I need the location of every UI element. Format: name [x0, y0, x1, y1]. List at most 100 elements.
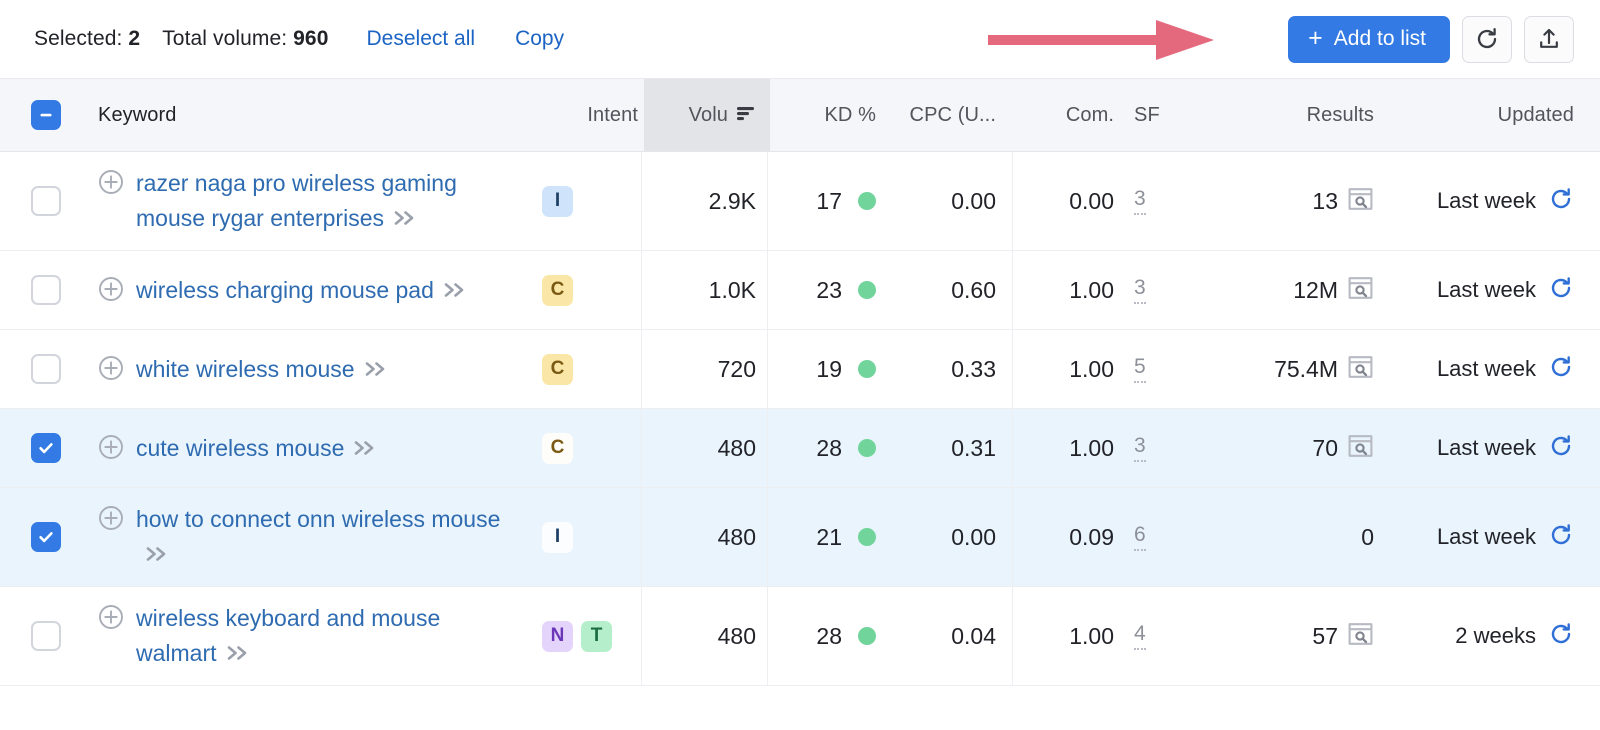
update-refresh-icon[interactable] [1548, 275, 1574, 306]
kd-difficulty-dot [858, 360, 876, 378]
add-keyword-icon[interactable] [98, 169, 124, 200]
keyword-link[interactable]: white wireless mouse [136, 352, 390, 387]
row-select-cell [0, 251, 92, 329]
update-refresh-icon[interactable] [1548, 522, 1574, 553]
serp-features-cell: 3 [1114, 152, 1190, 250]
intent-badge-c[interactable]: C [542, 433, 573, 464]
keyword-link[interactable]: wireless charging mouse pad [136, 273, 469, 308]
update-refresh-icon[interactable] [1548, 621, 1574, 652]
add-keyword-icon[interactable] [98, 276, 124, 307]
serp-features-value[interactable]: 3 [1134, 187, 1146, 215]
table-row[interactable]: wireless keyboard and mouse walmart NT 4… [0, 587, 1600, 686]
intent-badge-n[interactable]: N [542, 621, 573, 652]
results-cell: 75.4M [1190, 330, 1390, 408]
add-keyword-icon[interactable] [98, 434, 124, 465]
serp-features-cell: 3 [1114, 251, 1190, 329]
plus-icon: + [1308, 26, 1323, 51]
intent-badge-i[interactable]: I [542, 186, 573, 217]
expand-chevron-icon[interactable] [353, 431, 379, 466]
add-keyword-icon[interactable] [98, 355, 124, 386]
volume-value: 480 [718, 623, 756, 650]
table-row[interactable]: razer naga pro wireless gaming mouse ryg… [0, 152, 1600, 251]
copy-link[interactable]: Copy [515, 27, 564, 51]
keyword-link[interactable]: razer naga pro wireless gaming mouse ryg… [136, 166, 522, 236]
competition-cell: 1.00 [1014, 409, 1114, 487]
competition-cell: 1.00 [1014, 330, 1114, 408]
row-checkbox[interactable] [31, 621, 61, 651]
header-volume[interactable]: Volu [644, 79, 770, 151]
update-refresh-icon[interactable] [1548, 354, 1574, 385]
serp-features-cell: 3 [1114, 409, 1190, 487]
keyword-cell: how to connect onn wireless mouse [92, 488, 532, 586]
serp-preview-icon[interactable] [1347, 186, 1374, 217]
table-row[interactable]: how to connect onn wireless mouse I 480 … [0, 488, 1600, 587]
row-select-cell [0, 409, 92, 487]
kd-value: 17 [816, 188, 842, 215]
keyword-table: Keyword Intent Volu KD % CPC (U.. [0, 79, 1600, 686]
cpc-cell: 0.33 [888, 330, 1014, 408]
header-intent[interactable]: Intent [532, 79, 644, 151]
refresh-icon [1474, 26, 1500, 52]
serp-features-value[interactable]: 3 [1134, 434, 1146, 462]
row-checkbox[interactable] [31, 522, 61, 552]
update-refresh-icon[interactable] [1548, 186, 1574, 217]
serp-features-cell: 6 [1114, 488, 1190, 586]
add-keyword-icon[interactable] [98, 604, 124, 635]
competition-cell: 1.00 [1014, 587, 1114, 685]
row-checkbox[interactable] [31, 433, 61, 463]
competition-value: 1.00 [1069, 356, 1114, 383]
header-kd[interactable]: KD % [770, 79, 888, 151]
competition-value: 1.00 [1069, 277, 1114, 304]
select-all-checkbox[interactable] [31, 100, 61, 130]
intent-badge-t[interactable]: T [581, 621, 612, 652]
expand-chevron-icon[interactable] [364, 352, 390, 387]
serp-preview-icon[interactable] [1347, 275, 1374, 306]
header-cpc[interactable]: CPC (U... [888, 79, 1014, 151]
header-results[interactable]: Results [1190, 79, 1390, 151]
export-button[interactable] [1524, 16, 1574, 63]
serp-preview-icon[interactable] [1347, 433, 1374, 464]
updated-cell: 2 weeks [1390, 587, 1600, 685]
serp-features-value[interactable]: 6 [1134, 523, 1146, 551]
add-to-list-button[interactable]: + Add to list [1288, 16, 1450, 63]
row-select-cell [0, 488, 92, 586]
keyword-link[interactable]: cute wireless mouse [136, 431, 379, 466]
add-keyword-icon[interactable] [98, 505, 124, 536]
intent-badge-c[interactable]: C [542, 275, 573, 306]
kd-difficulty-dot [858, 528, 876, 546]
serp-preview-icon[interactable] [1347, 354, 1374, 385]
serp-preview-icon[interactable] [1347, 621, 1374, 652]
header-keyword[interactable]: Keyword [92, 79, 532, 151]
table-row[interactable]: white wireless mouse C 720 19 0.33 1.00 … [0, 330, 1600, 409]
header-updated[interactable]: Updated [1390, 79, 1600, 151]
header-com[interactable]: Com. [1014, 79, 1114, 151]
serp-features-value[interactable]: 4 [1134, 622, 1146, 650]
deselect-all-link[interactable]: Deselect all [367, 27, 476, 51]
intent-badge-c[interactable]: C [542, 354, 573, 385]
intent-badge-i[interactable]: I [542, 522, 573, 553]
keyword-link[interactable]: wireless keyboard and mouse walmart [136, 601, 522, 671]
expand-chevron-icon[interactable] [145, 537, 171, 572]
results-cell: 70 [1190, 409, 1390, 487]
row-checkbox[interactable] [31, 275, 61, 305]
keyword-cell: wireless charging mouse pad [92, 251, 532, 329]
table-row[interactable]: cute wireless mouse C 480 28 0.31 1.00 3… [0, 409, 1600, 488]
expand-chevron-icon[interactable] [443, 273, 469, 308]
results-cell: 0 [1190, 488, 1390, 586]
expand-chevron-icon[interactable] [393, 201, 419, 236]
serp-features-value[interactable]: 5 [1134, 355, 1146, 383]
serp-features-value[interactable]: 3 [1134, 276, 1146, 304]
keyword-link[interactable]: how to connect onn wireless mouse [136, 502, 522, 572]
refresh-button[interactable] [1462, 16, 1512, 63]
header-sf[interactable]: SF [1114, 79, 1190, 151]
row-checkbox[interactable] [31, 186, 61, 216]
volume-cell: 2.9K [644, 152, 770, 250]
export-icon [1536, 26, 1562, 52]
update-refresh-icon[interactable] [1548, 433, 1574, 464]
updated-value: Last week [1437, 188, 1536, 214]
expand-chevron-icon[interactable] [226, 636, 252, 671]
volume-value: 1.0K [709, 277, 756, 304]
table-row[interactable]: wireless charging mouse pad C 1.0K 23 0.… [0, 251, 1600, 330]
row-checkbox[interactable] [31, 354, 61, 384]
volume-value: 2.9K [709, 188, 756, 215]
